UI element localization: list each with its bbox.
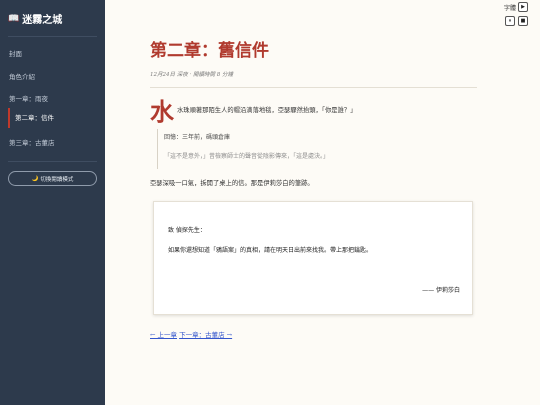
font-label: 字體 <box>503 5 516 12</box>
sidebar-divider <box>8 36 97 37</box>
pause-button[interactable]: ⏸ <box>505 16 515 26</box>
sidebar-item-chapter-2[interactable]: 第二章：信件 <box>8 108 54 128</box>
sidebar-divider <box>8 161 97 162</box>
sidebar-item-chapter-1[interactable]: 第一章：雨夜 <box>9 93 48 103</box>
chapter-title: 第二章：舊信件 <box>150 41 269 61</box>
chapter-meta: 12月24日 深夜 · 閱讀時間 8 分鐘 <box>150 72 233 78</box>
flashback-block: 回憶：三年前，碼頭倉庫 「這不是意外，」昔檢察師士的聲音從陰影傳來，「這是處決。… <box>157 129 477 169</box>
sidebar-item-chapter-3[interactable]: 第三章：古董店 <box>9 137 55 147</box>
paragraph: 水珠順著那陌生人的帽沿滴落地毯，亞瑟驟然抬頭，「你是誰？」 <box>177 107 357 114</box>
pause-icon: ⏸ <box>508 18 512 24</box>
brand: 📖 迷霧之城 <box>8 11 63 27</box>
reading-mode-toggle-button[interactable]: 🌙 切換閱讀模式 <box>8 171 97 186</box>
chapter-navigation: ← 上一章 下一章：古董店 → <box>150 329 232 339</box>
letter-body: 如果你還想知道「鴉語案」的真相，請在明天日出前來找我。帶上那把鑰匙。 <box>168 247 373 254</box>
drop-cap: 水 <box>150 97 174 126</box>
reader-main: 字體 ▶ ⏸ ■ 第二章：舊信件 12月24日 深夜 · 閱讀時間 8 分鐘 水… <box>105 0 540 405</box>
sidebar-item-characters[interactable]: 角色介紹 <box>9 71 35 81</box>
meta-divider <box>150 87 477 88</box>
open-book-icon: 📖 <box>8 13 20 24</box>
stop-icon: ■ <box>520 18 526 24</box>
reading-mode-label: 切換閱讀模式 <box>40 176 74 183</box>
sidebar-item-cover[interactable]: 封面 <box>9 48 22 58</box>
flashback-quote: 「這不是意外，」昔檢察師士的聲音從陰影傳來，「這是處決。」 <box>164 153 330 160</box>
letter-greeting: 致 偵探先生： <box>168 227 206 234</box>
stop-button[interactable]: ■ <box>518 16 528 26</box>
prev-chapter-link[interactable]: ← 上一章 <box>150 331 177 339</box>
next-chapter-link[interactable]: 下一章：古董店 → <box>179 331 232 339</box>
flashback-heading: 回憶：三年前，碼頭倉庫 <box>164 134 231 141</box>
moon-icon: 🌙 <box>31 175 39 182</box>
play-button[interactable]: ▶ <box>518 2 528 12</box>
paragraph: 亞瑟深吸一口氣，拆開了桌上的信。那是伊莉莎白的筆跡。 <box>150 180 314 187</box>
sidebar: 📖 迷霧之城 封面 角色介紹 第一章：雨夜 第二章：信件 第三章：古董店 🌙 切… <box>0 0 105 405</box>
brand-title: 迷霧之城 <box>22 15 63 26</box>
play-icon: ▶ <box>521 4 525 10</box>
letter-signature: —— 伊莉莎白 <box>422 287 460 294</box>
letter-card: 致 偵探先生： 如果你還想知道「鴉語案」的真相，請在明天日出前來找我。帶上那把鑰… <box>153 201 473 315</box>
